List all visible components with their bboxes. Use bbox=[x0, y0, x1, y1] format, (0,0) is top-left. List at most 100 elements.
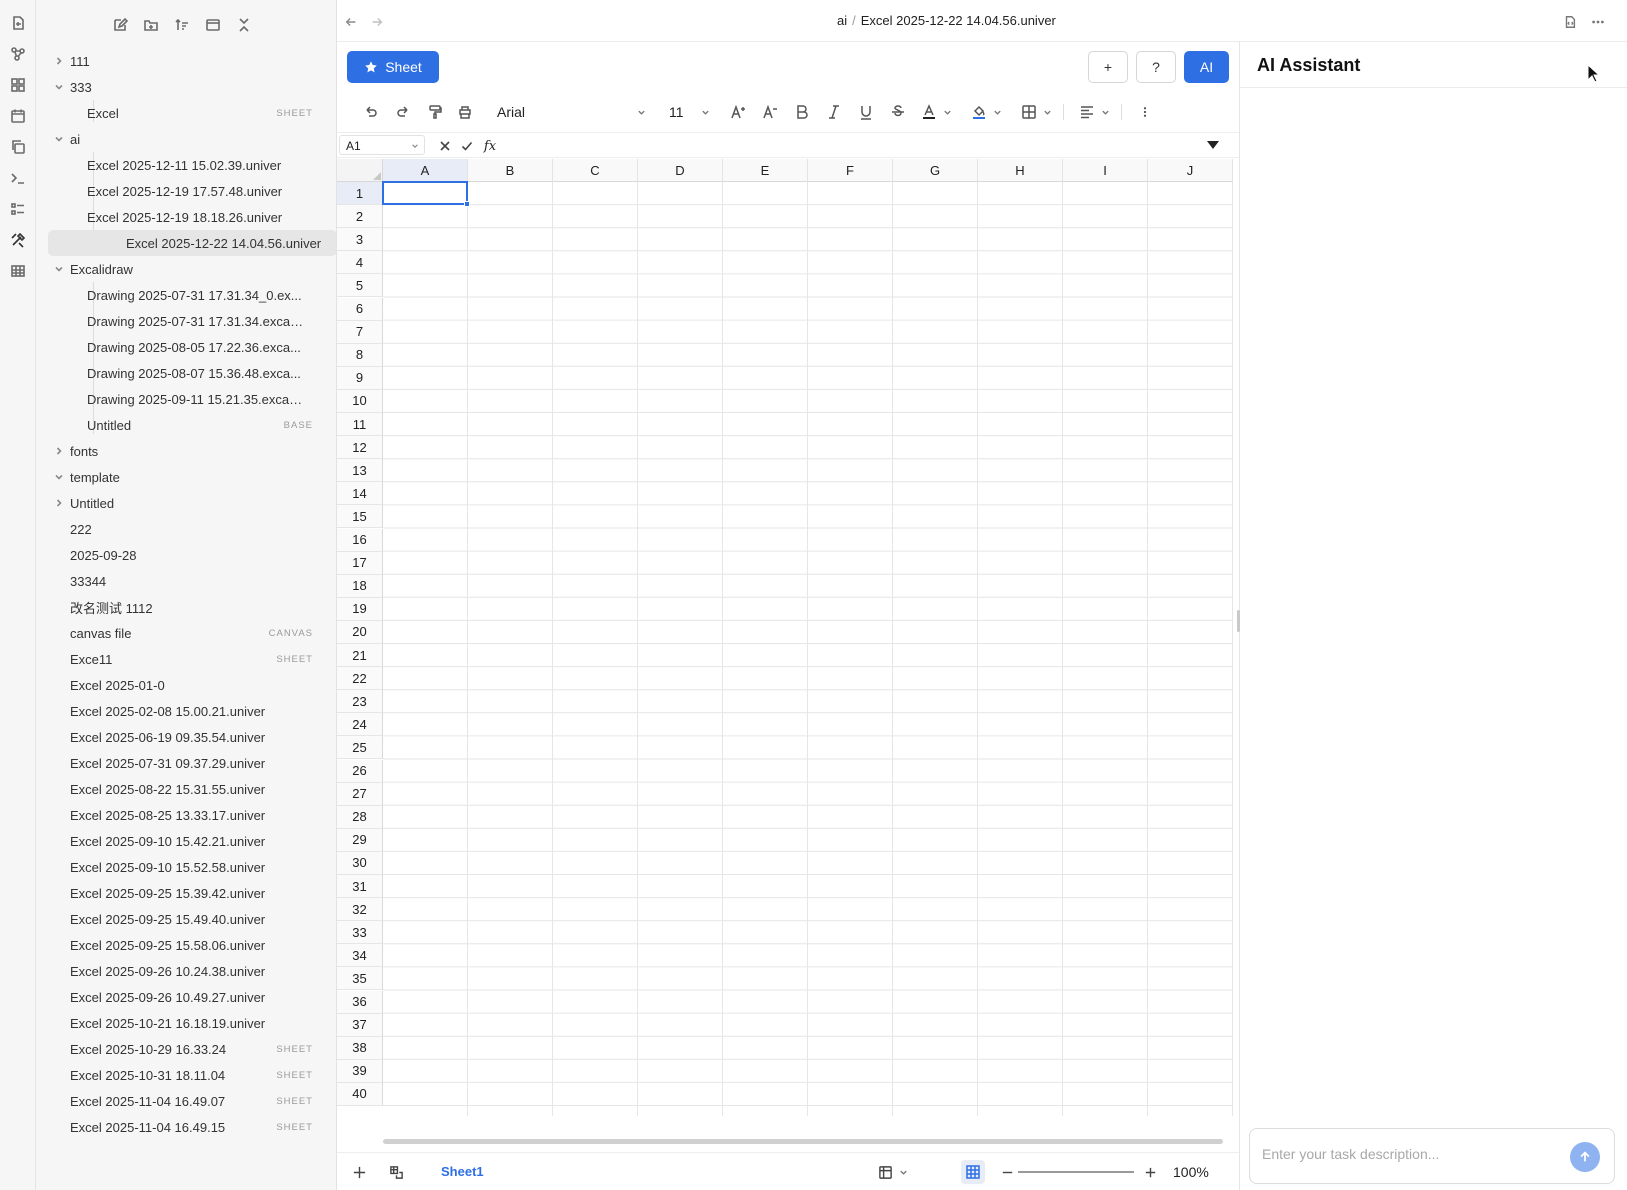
tools-icon[interactable] bbox=[6, 228, 30, 252]
tree-file[interactable]: Excel SHEET bbox=[36, 100, 336, 126]
chevron-right-icon[interactable] bbox=[53, 55, 65, 67]
row-header[interactable]: 36 bbox=[337, 990, 383, 1014]
row-header[interactable]: 5 bbox=[337, 274, 383, 298]
tree-file[interactable]: Excel 2025-09-10 15.52.58.univer bbox=[36, 854, 336, 880]
freeze-panes-icon[interactable] bbox=[875, 1162, 895, 1182]
chevron-right-icon[interactable] bbox=[53, 497, 65, 509]
text-color-icon[interactable] bbox=[919, 102, 939, 122]
tree-file[interactable]: Drawing 2025-08-05 17.22.36.exca... bbox=[36, 334, 336, 360]
forward-arrow-icon[interactable] bbox=[367, 12, 387, 32]
row-header[interactable]: 10 bbox=[337, 389, 383, 413]
row-header[interactable]: 23 bbox=[337, 690, 383, 714]
tree-file[interactable]: Drawing 2025-07-31 17.31.34.excali... bbox=[36, 308, 336, 334]
formula-input[interactable] bbox=[512, 137, 1172, 155]
row-header[interactable]: 17 bbox=[337, 551, 383, 575]
chevron-down-icon[interactable] bbox=[53, 263, 65, 275]
tree-folder[interactable]: 333 bbox=[36, 74, 336, 100]
row-header[interactable]: 1 bbox=[337, 182, 383, 206]
row-header[interactable]: 8 bbox=[337, 343, 383, 367]
tree-file[interactable]: Excel 2025-09-26 10.24.38.univer bbox=[36, 958, 336, 984]
column-header[interactable]: D bbox=[638, 159, 723, 182]
tree-file[interactable]: 2025-09-28 bbox=[36, 542, 336, 568]
column-header[interactable]: F bbox=[808, 159, 893, 182]
chevron-down-icon[interactable] bbox=[897, 1162, 909, 1182]
chevron-down-icon[interactable] bbox=[699, 102, 711, 122]
breadcrumb-folder[interactable]: ai bbox=[837, 13, 847, 28]
graph-view-icon[interactable] bbox=[6, 42, 30, 66]
row-header[interactable]: 11 bbox=[337, 413, 383, 437]
increase-font-icon[interactable] bbox=[728, 102, 748, 122]
back-arrow-icon[interactable] bbox=[341, 12, 361, 32]
chevron-down-icon[interactable] bbox=[941, 102, 953, 122]
row-header[interactable]: 33 bbox=[337, 921, 383, 945]
tree-folder[interactable]: ai bbox=[36, 126, 336, 152]
row-header[interactable]: 38 bbox=[337, 1036, 383, 1060]
row-header[interactable]: 31 bbox=[337, 875, 383, 899]
tree-folder[interactable]: 111 bbox=[36, 48, 336, 74]
row-header[interactable]: 32 bbox=[337, 898, 383, 922]
expand-formula-icon[interactable] bbox=[1207, 141, 1219, 149]
row-header[interactable]: 34 bbox=[337, 944, 383, 968]
column-header[interactable]: J bbox=[1148, 159, 1233, 182]
chevron-down-icon[interactable] bbox=[53, 81, 65, 93]
new-folder-icon[interactable] bbox=[140, 14, 162, 36]
row-header[interactable]: 9 bbox=[337, 366, 383, 390]
tree-file[interactable]: Excel 2025-08-22 15.31.55.univer bbox=[36, 776, 336, 802]
tree-file[interactable]: Excel 2025-07-31 09.37.29.univer bbox=[36, 750, 336, 776]
tree-file[interactable]: Excel 2025-12-19 18.18.26.univer bbox=[36, 204, 336, 230]
tree-file[interactable]: Untitled BASE bbox=[36, 412, 336, 438]
send-button[interactable] bbox=[1570, 1142, 1600, 1172]
tree-file[interactable]: Excel 2025-08-25 13.33.17.univer bbox=[36, 802, 336, 828]
font-family-select[interactable]: Arial bbox=[497, 102, 627, 122]
undo-icon[interactable] bbox=[361, 102, 381, 122]
chevron-down-icon[interactable] bbox=[991, 102, 1003, 122]
tree-file[interactable]: Excel 2025-01-0 bbox=[36, 672, 336, 698]
row-header[interactable]: 22 bbox=[337, 667, 383, 691]
tree-file[interactable]: Excel 2025-09-25 15.58.06.univer bbox=[36, 932, 336, 958]
row-header[interactable]: 29 bbox=[337, 828, 383, 852]
tree-file[interactable]: Excel 2025-10-21 16.18.19.univer bbox=[36, 1010, 336, 1036]
row-header[interactable]: 14 bbox=[337, 482, 383, 506]
tree-file[interactable]: Excel 2025-09-10 15.42.21.univer bbox=[36, 828, 336, 854]
more-options-icon[interactable] bbox=[1589, 13, 1607, 31]
column-header[interactable]: C bbox=[553, 159, 638, 182]
tree-file[interactable]: Excel 2025-02-08 15.00.21.univer bbox=[36, 698, 336, 724]
table-icon[interactable] bbox=[6, 259, 30, 283]
zoom-slider[interactable] bbox=[1018, 1171, 1134, 1173]
add-button[interactable]: + bbox=[1088, 51, 1128, 83]
underline-icon[interactable] bbox=[856, 102, 876, 122]
tree-file[interactable]: Excel 2025-12-22 14.04.56.univer bbox=[48, 230, 336, 256]
column-header[interactable]: E bbox=[723, 159, 808, 182]
column-header[interactable]: G bbox=[893, 159, 978, 182]
canvas-icon[interactable] bbox=[6, 73, 30, 97]
row-header[interactable]: 6 bbox=[337, 297, 383, 321]
borders-icon[interactable] bbox=[1019, 102, 1039, 122]
tree-file[interactable]: 33344 bbox=[36, 568, 336, 594]
tree-file[interactable]: Excel 2025-10-29 16.33.24 SHEET bbox=[36, 1036, 336, 1062]
row-header[interactable]: 12 bbox=[337, 436, 383, 460]
redo-icon[interactable] bbox=[393, 102, 413, 122]
row-header[interactable]: 3 bbox=[337, 228, 383, 252]
row-header[interactable]: 37 bbox=[337, 1013, 383, 1037]
tree-file[interactable]: Excel 2025-12-11 15.02.39.univer bbox=[36, 152, 336, 178]
tree-file[interactable]: Excel 2025-12-19 17.57.48.univer bbox=[36, 178, 336, 204]
tree-file[interactable]: 改名测试 1112 bbox=[36, 594, 336, 620]
row-header[interactable]: 15 bbox=[337, 505, 383, 529]
tree-file[interactable]: Excel 2025-09-26 10.49.27.univer bbox=[36, 984, 336, 1010]
source-mode-icon[interactable] bbox=[1561, 13, 1579, 31]
row-header[interactable]: 28 bbox=[337, 805, 383, 829]
cell-grid[interactable]: A B C D E F G H I J 1 2 3 4 5 6 7 8 9 10 11 12 13 14 15 16 17 18 19 2… bbox=[337, 159, 1239, 1139]
breadcrumb-file[interactable]: Excel 2025-12-22 14.04.56.univer bbox=[861, 13, 1056, 28]
collapse-all-icon[interactable] bbox=[233, 14, 255, 36]
zoom-in-icon[interactable] bbox=[1140, 1162, 1160, 1182]
tree-file[interactable]: Exce11 SHEET bbox=[36, 646, 336, 672]
task-input-box[interactable] bbox=[1249, 1128, 1615, 1184]
open-file-icon[interactable] bbox=[6, 11, 30, 35]
row-header[interactable]: 24 bbox=[337, 713, 383, 737]
add-sheet-icon[interactable] bbox=[349, 1162, 369, 1182]
terminal-icon[interactable] bbox=[6, 166, 30, 190]
auto-reveal-icon[interactable] bbox=[202, 14, 224, 36]
fill-color-icon[interactable] bbox=[969, 102, 989, 122]
cancel-edit-icon[interactable] bbox=[437, 138, 453, 154]
sheet-list-icon[interactable] bbox=[386, 1162, 406, 1182]
